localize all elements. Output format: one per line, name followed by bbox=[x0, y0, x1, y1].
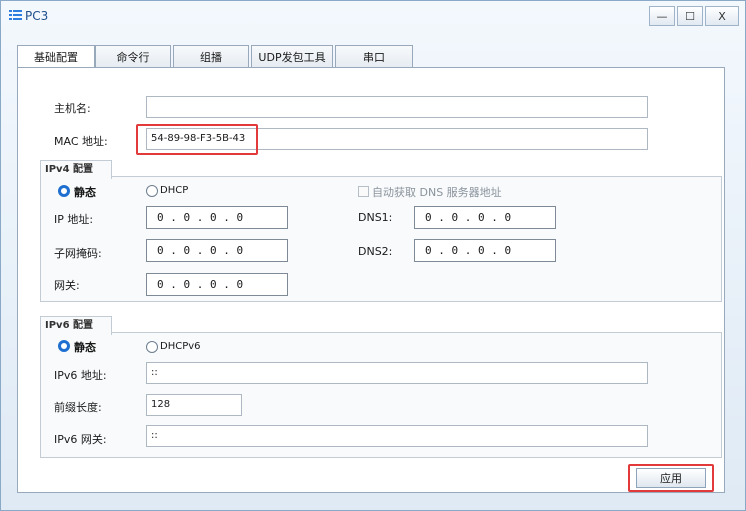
mac-label: MAC 地址: bbox=[54, 135, 108, 148]
prefix-length-label: 前缀长度: bbox=[54, 401, 102, 414]
basic-config-panel: 主机名: MAC 地址: 54-89-98-F3-5B-43 IPv4 配置 静… bbox=[17, 67, 725, 493]
tab-command-line[interactable]: 命令行 bbox=[95, 45, 171, 67]
close-button[interactable]: X bbox=[705, 6, 739, 26]
ipv4-dhcp-label: DHCP bbox=[160, 185, 189, 196]
tab-basic-config[interactable]: 基础配置 bbox=[17, 45, 95, 68]
subnet-mask-input[interactable]: 0 . 0 . 0 . 0 bbox=[146, 239, 288, 262]
maximize-button[interactable]: ☐ bbox=[677, 6, 703, 26]
subnet-mask-label: 子网掩码: bbox=[54, 247, 102, 260]
pc-app-icon bbox=[9, 10, 22, 20]
ipv6-address-input[interactable]: :: bbox=[146, 362, 648, 384]
ipv6-static-radio[interactable] bbox=[58, 340, 70, 352]
dns1-label: DNS1: bbox=[358, 211, 393, 224]
gateway-label: 网关: bbox=[54, 279, 80, 292]
prefix-length-input[interactable]: 128 bbox=[146, 394, 242, 416]
hostname-label: 主机名: bbox=[54, 102, 91, 115]
ipv6-dhcpv6-radio[interactable] bbox=[146, 341, 158, 353]
ipv6-gateway-input[interactable]: :: bbox=[146, 425, 648, 447]
auto-dns-checkbox[interactable] bbox=[358, 186, 369, 197]
ipv6-address-label: IPv6 地址: bbox=[54, 369, 107, 382]
ipv4-group-title: IPv4 配置 bbox=[40, 160, 113, 179]
pc3-config-window: PC3 — ☐ X 基础配置 命令行 组播 UDP发包工具 串口 主机名: MA… bbox=[0, 0, 746, 511]
dns2-label: DNS2: bbox=[358, 245, 393, 258]
tab-multicast[interactable]: 组播 bbox=[173, 45, 249, 67]
apply-highlight-box bbox=[628, 464, 714, 492]
ip-address-input[interactable]: 0 . 0 . 0 . 0 bbox=[146, 206, 288, 229]
hostname-input[interactable] bbox=[146, 96, 648, 118]
tab-udp-tool[interactable]: UDP发包工具 bbox=[251, 45, 333, 67]
ipv6-dhcpv6-label: DHCPv6 bbox=[160, 341, 201, 352]
ipv4-static-radio[interactable] bbox=[58, 185, 70, 197]
ipv6-static-label: 静态 bbox=[74, 341, 96, 354]
auto-dns-label: 自动获取 DNS 服务器地址 bbox=[372, 186, 502, 199]
dns2-input[interactable]: 0 . 0 . 0 . 0 bbox=[414, 239, 556, 262]
ip-address-label: IP 地址: bbox=[54, 213, 94, 226]
ipv4-static-label: 静态 bbox=[74, 186, 96, 199]
mac-highlight-box bbox=[136, 124, 258, 155]
ipv6-gateway-label: IPv6 网关: bbox=[54, 433, 107, 446]
ipv6-group-title: IPv6 配置 bbox=[40, 316, 113, 335]
tab-serial-port[interactable]: 串口 bbox=[335, 45, 413, 67]
title-bar[interactable]: PC3 — ☐ X bbox=[1, 1, 745, 31]
ipv4-dhcp-radio[interactable] bbox=[146, 185, 158, 197]
gateway-input[interactable]: 0 . 0 . 0 . 0 bbox=[146, 273, 288, 296]
window-title: PC3 bbox=[25, 9, 49, 23]
minimize-button[interactable]: — bbox=[649, 6, 675, 26]
dns1-input[interactable]: 0 . 0 . 0 . 0 bbox=[414, 206, 556, 229]
